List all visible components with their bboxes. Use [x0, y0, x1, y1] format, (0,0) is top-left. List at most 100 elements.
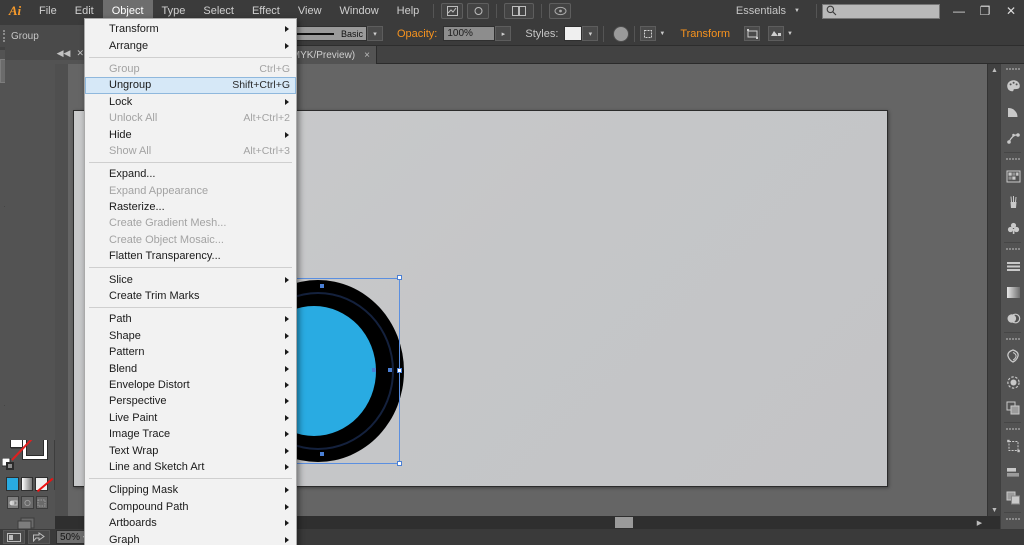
menu-item-unlock-all: Unlock All Alt+Ctrl+2 — [85, 110, 296, 126]
graphic-style-swatch[interactable] — [564, 26, 583, 41]
shape-options-icon[interactable] — [768, 26, 785, 41]
stock-icon[interactable] — [467, 3, 490, 19]
document-tab-close-icon[interactable]: × — [364, 50, 370, 61]
dock-grip-1[interactable] — [1001, 64, 1024, 73]
panel-dock — [1000, 64, 1024, 541]
default-fill-stroke-icon[interactable] — [1, 457, 15, 471]
panel-close-icon[interactable]: ✕ — [76, 48, 84, 59]
menu-item-text-wrap[interactable]: Text Wrap — [85, 442, 296, 458]
panel-collapse-icon[interactable]: ◀◀ — [57, 48, 71, 59]
stroke-profile-dropdown[interactable]: ▾ — [367, 26, 383, 41]
menu-item-shape[interactable]: Shape — [85, 328, 296, 344]
styles-dropdown[interactable]: ▾ — [582, 26, 599, 41]
menu-window[interactable]: Window — [331, 0, 388, 22]
menu-item-lock[interactable]: Lock — [85, 94, 296, 110]
vertical-scrollbar[interactable]: ▲ ▼ — [987, 64, 1000, 516]
close-button[interactable]: ✕ — [998, 1, 1024, 21]
submenu-arrow-icon — [285, 463, 289, 470]
search-input[interactable] — [822, 3, 940, 19]
dock-grip-5[interactable] — [1001, 424, 1024, 433]
artboards-panel-icon[interactable] — [1001, 433, 1024, 459]
menu-file[interactable]: File — [30, 0, 66, 22]
transparency-panel-icon[interactable] — [1001, 305, 1024, 331]
gradient-button[interactable] — [20, 477, 34, 491]
workspace-switcher[interactable]: Essentials ▼ — [728, 0, 811, 22]
menu-item-graph[interactable]: Graph — [85, 531, 296, 545]
transform-panel-icon[interactable] — [1001, 459, 1024, 485]
align-panel-icon[interactable] — [1001, 253, 1024, 279]
menu-item-hide[interactable]: Hide — [85, 126, 296, 142]
dock-grip-6[interactable] — [1001, 514, 1024, 523]
menu-item-arrange[interactable]: Arrange — [85, 37, 296, 53]
gradient-panel-icon[interactable] — [1001, 279, 1024, 305]
color-guide-panel-icon[interactable] — [1001, 99, 1024, 125]
graphic-styles-panel-icon[interactable] — [1001, 395, 1024, 421]
menu-help[interactable]: Help — [388, 0, 429, 22]
cloud-sync-icon[interactable] — [549, 3, 572, 19]
arrange-documents-icon[interactable] — [504, 3, 535, 19]
menu-item-compound-path[interactable]: Compound Path — [85, 499, 296, 515]
menu-item-flatten-transparency[interactable]: Flatten Transparency... — [85, 248, 296, 264]
object-menu-dropdown[interactable]: Transform Arrange Group Ctrl+G Ungroup Shift+… — [84, 18, 297, 545]
transform-link[interactable]: Transform — [674, 28, 736, 40]
isolate-selected-icon[interactable] — [640, 26, 657, 41]
menu-item-perspective[interactable]: Perspective — [85, 393, 296, 409]
dock-grip-4[interactable] — [1001, 334, 1024, 343]
artwork-group[interactable] — [232, 275, 404, 466]
draw-normal-button[interactable] — [7, 496, 20, 509]
bridge-icon[interactable] — [441, 3, 464, 19]
menu-item-path[interactable]: Path — [85, 311, 296, 327]
menu-item-artboards[interactable]: Artboards — [85, 515, 296, 531]
minimize-button[interactable]: — — [946, 1, 972, 21]
device-preview-icon[interactable] — [3, 530, 25, 544]
menu-item-create-gradient-mesh: Create Gradient Mesh... — [85, 215, 296, 231]
menu-item-pattern[interactable]: Pattern — [85, 344, 296, 360]
menu-item-shortcut: Ctrl+G — [259, 62, 290, 75]
draw-inside-button[interactable] — [35, 496, 48, 509]
symbols-panel-icon[interactable] — [1001, 215, 1024, 241]
shape-options-dropdown-icon[interactable]: ▼ — [784, 31, 796, 37]
isolate-dropdown-icon[interactable]: ▼ — [656, 31, 668, 37]
scroll-right-icon[interactable]: ▶ — [973, 516, 986, 529]
brushes-panel-icon[interactable] — [1001, 189, 1024, 215]
menu-item-blend[interactable]: Blend — [85, 360, 296, 376]
color-button[interactable] — [6, 477, 19, 491]
menu-item-create-object-mosaic: Create Object Mosaic... — [85, 232, 296, 248]
isolation-bar-grip[interactable] — [0, 25, 7, 47]
share-icon[interactable] — [28, 530, 50, 544]
libraries-panel-icon[interactable] — [1001, 343, 1024, 369]
menu-item-create-trim-marks[interactable]: Create Trim Marks — [85, 288, 296, 304]
opacity-slider-button[interactable]: ▸ — [495, 26, 512, 41]
submenu-arrow-icon — [285, 398, 289, 405]
none-button[interactable] — [35, 477, 49, 491]
draw-behind-button[interactable] — [21, 496, 34, 509]
opacity-input[interactable]: 100% — [443, 26, 496, 41]
menu-item-rasterize[interactable]: Rasterize... — [85, 199, 296, 215]
menu-item-label: Line and Sketch Art — [109, 460, 205, 473]
horizontal-scroll-thumb[interactable] — [615, 517, 633, 528]
menu-item-line-and-sketch-art[interactable]: Line and Sketch Art — [85, 459, 296, 475]
menu-item-transform[interactable]: Transform — [85, 21, 296, 37]
menu-item-expand[interactable]: Expand... — [85, 166, 296, 182]
menu-item-slice[interactable]: Slice — [85, 271, 296, 287]
menu-item-live-paint[interactable]: Live Paint — [85, 410, 296, 426]
align-objects-icon[interactable] — [744, 26, 761, 41]
dock-grip-3[interactable] — [1001, 244, 1024, 253]
menu-separator — [89, 56, 292, 58]
dock-grip-2[interactable] — [1001, 154, 1024, 163]
color-panel-icon[interactable] — [1001, 73, 1024, 99]
menu-item-label: Ungroup — [109, 79, 152, 92]
menu-item-envelope-distort[interactable]: Envelope Distort — [85, 377, 296, 393]
menu-item-ungroup[interactable]: Ungroup Shift+Ctrl+G — [85, 77, 296, 94]
swatches-panel-icon[interactable] — [1001, 163, 1024, 189]
menu-item-image-trace[interactable]: Image Trace — [85, 426, 296, 442]
menu-item-clipping-mask[interactable]: Clipping Mask — [85, 482, 296, 498]
recolor-artwork-icon[interactable] — [613, 25, 630, 42]
menubar-divider — [433, 4, 435, 18]
styles-label: Styles: — [525, 27, 559, 40]
pathfinder-panel-icon[interactable] — [1001, 125, 1024, 151]
appearance-panel-icon[interactable] — [1001, 369, 1024, 395]
opacity-label[interactable]: Opacity: — [391, 28, 443, 40]
restore-button[interactable]: ❐ — [972, 1, 998, 21]
pathfinder2-panel-icon[interactable] — [1001, 485, 1024, 511]
